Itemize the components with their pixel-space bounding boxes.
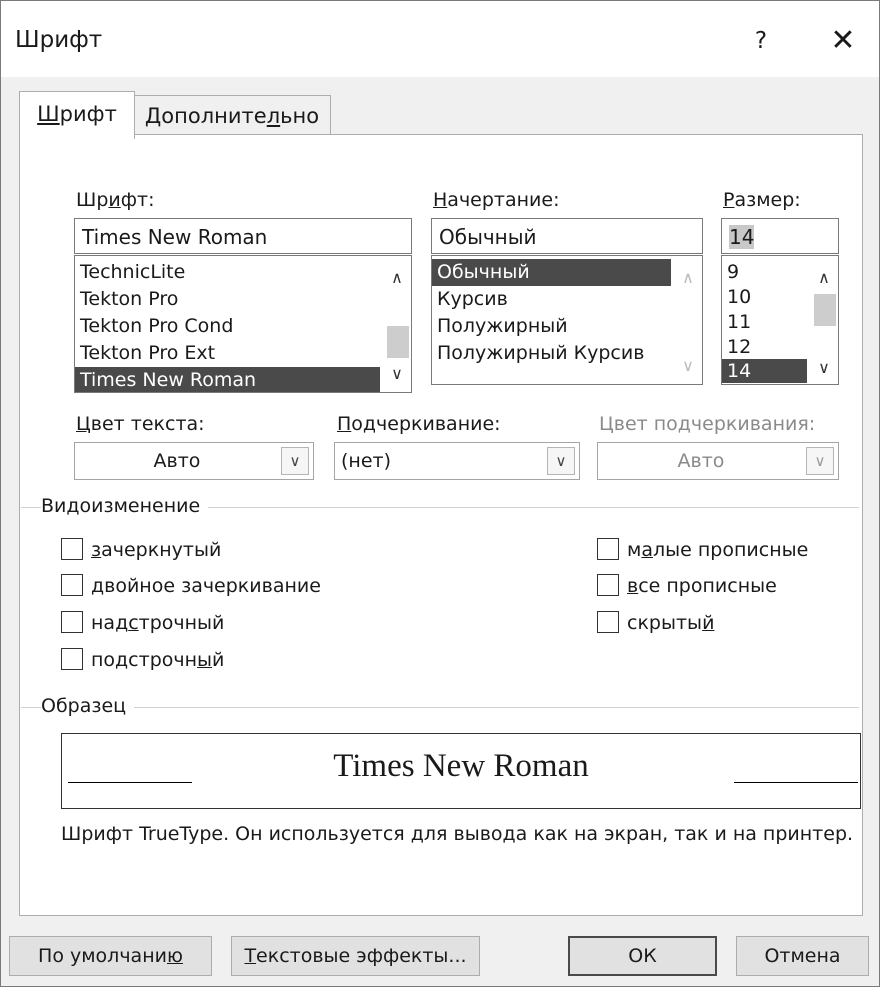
scroll-down-icon[interactable]: ∨ [383, 360, 411, 388]
preview-sample-text: Times New Roman [333, 748, 589, 784]
underline-label: Подчеркивание: [337, 413, 501, 435]
cancel-button[interactable]: Отмена [736, 936, 869, 976]
checkbox-box[interactable] [61, 611, 83, 633]
size-list-item-selected[interactable]: 14 [722, 359, 807, 383]
font-list-item[interactable]: Tekton Pro Ext [75, 340, 380, 367]
chevron-down-icon: ∨ [806, 447, 834, 475]
small-caps-checkbox[interactable]: малые прописные [597, 537, 808, 563]
scroll-up-icon[interactable]: ∧ [383, 264, 411, 292]
hidden-checkbox[interactable]: скрытый [597, 610, 714, 636]
size-list-item[interactable]: 11 [722, 309, 807, 336]
text-color-value: Авто [153, 450, 201, 472]
checkbox-box[interactable] [597, 574, 619, 596]
size-input-value: 14 [729, 225, 755, 249]
font-label: Шрифт: [76, 189, 155, 211]
preview-baseline-right [734, 782, 858, 783]
size-list-item[interactable]: 10 [722, 284, 807, 311]
chevron-down-icon[interactable]: ∨ [547, 447, 575, 475]
font-list-item[interactable]: Tekton Pro Cond [75, 313, 380, 340]
subscript-checkbox[interactable]: подстрочный [61, 647, 224, 673]
set-default-button[interactable]: По умолчанию [9, 936, 212, 976]
preview-divider [21, 707, 859, 708]
font-list-scrollbar[interactable]: ∧ ∨ [383, 256, 411, 392]
preview-title: Образец [41, 695, 135, 717]
font-list-item[interactable]: TechnicLite [75, 259, 380, 286]
font-list-item-selected[interactable]: Times New Roman [75, 367, 380, 392]
size-list-item[interactable]: 12 [722, 334, 807, 361]
style-list-item-selected[interactable]: Обычный [432, 259, 671, 286]
checkbox-box[interactable] [597, 538, 619, 560]
close-button[interactable]: ✕ [823, 21, 863, 61]
font-input[interactable]: Times New Roman [74, 218, 412, 254]
dialog-title: Шрифт [15, 27, 103, 53]
chevron-down-icon[interactable]: ∨ [281, 447, 309, 475]
double-strikethrough-checkbox[interactable]: двойное зачеркивание [61, 573, 321, 599]
size-list-item[interactable]: 9 [722, 259, 807, 286]
underline-select[interactable]: (нет) ∨ [334, 442, 580, 480]
size-input[interactable]: 14 [721, 218, 839, 254]
underline-value: (нет) [341, 450, 392, 472]
style-label: Начертание: [433, 189, 560, 211]
underline-color-select: Авто ∨ [597, 442, 839, 480]
preview-note: Шрифт TrueType. Он используется для выво… [61, 823, 854, 845]
font-list-item[interactable]: Tekton Pro [75, 286, 380, 313]
scroll-down-icon: ∨ [682, 356, 694, 375]
checkbox-box[interactable] [61, 574, 83, 596]
scroll-thumb[interactable] [387, 326, 409, 358]
size-list-scrollbar[interactable]: ∧ ∨ [810, 256, 838, 384]
style-list-item[interactable]: Курсив [432, 286, 671, 313]
help-button[interactable]: ? [746, 21, 776, 61]
scroll-up-icon: ∧ [682, 268, 694, 287]
title-bar: Шрифт ? ✕ [1, 1, 879, 77]
preview-box: Times New Roman [61, 733, 861, 809]
font-list[interactable]: TechnicLite Tekton Pro Tekton Pro Cond T… [74, 255, 412, 393]
text-color-select[interactable]: Авто ∨ [74, 442, 314, 480]
ok-button[interactable]: ОК [568, 936, 717, 976]
tab-advanced[interactable]: Дополнительно [133, 95, 331, 136]
font-dialog: Шрифт ? ✕ Шрифт Дополнительно Шрифт: Tim… [0, 0, 880, 987]
all-caps-checkbox[interactable]: все прописные [597, 573, 777, 599]
text-effects-button[interactable]: Текстовые эффекты... [231, 936, 480, 976]
style-list[interactable]: Обычный Курсив Полужирный Полужирный Кур… [431, 255, 703, 385]
text-color-label: Цвет текста: [76, 413, 205, 435]
checkbox-box[interactable] [597, 611, 619, 633]
strikethrough-checkbox[interactable]: зачеркнутый [61, 537, 221, 563]
checkbox-box[interactable] [61, 648, 83, 670]
underline-color-value: Авто [677, 450, 725, 472]
superscript-checkbox[interactable]: надстрочный [61, 610, 224, 636]
effects-title: Видоизменение [41, 495, 209, 517]
tab-font[interactable]: Шрифт [19, 91, 135, 139]
size-list[interactable]: 9 10 11 12 14 ∧ ∨ [721, 255, 839, 385]
scroll-thumb[interactable] [814, 294, 836, 326]
size-label: Размер: [723, 189, 801, 211]
style-input[interactable]: Обычный [431, 218, 703, 254]
scroll-up-icon[interactable]: ∧ [810, 264, 838, 292]
style-list-item[interactable]: Полужирный [432, 313, 671, 340]
scroll-down-icon[interactable]: ∨ [810, 354, 838, 382]
style-list-item[interactable]: Полужирный Курсив [432, 340, 671, 367]
checkbox-box[interactable] [61, 538, 83, 560]
style-list-scrollbar: ∧ ∨ [674, 256, 702, 384]
underline-color-label: Цвет подчеркивания: [599, 413, 816, 435]
